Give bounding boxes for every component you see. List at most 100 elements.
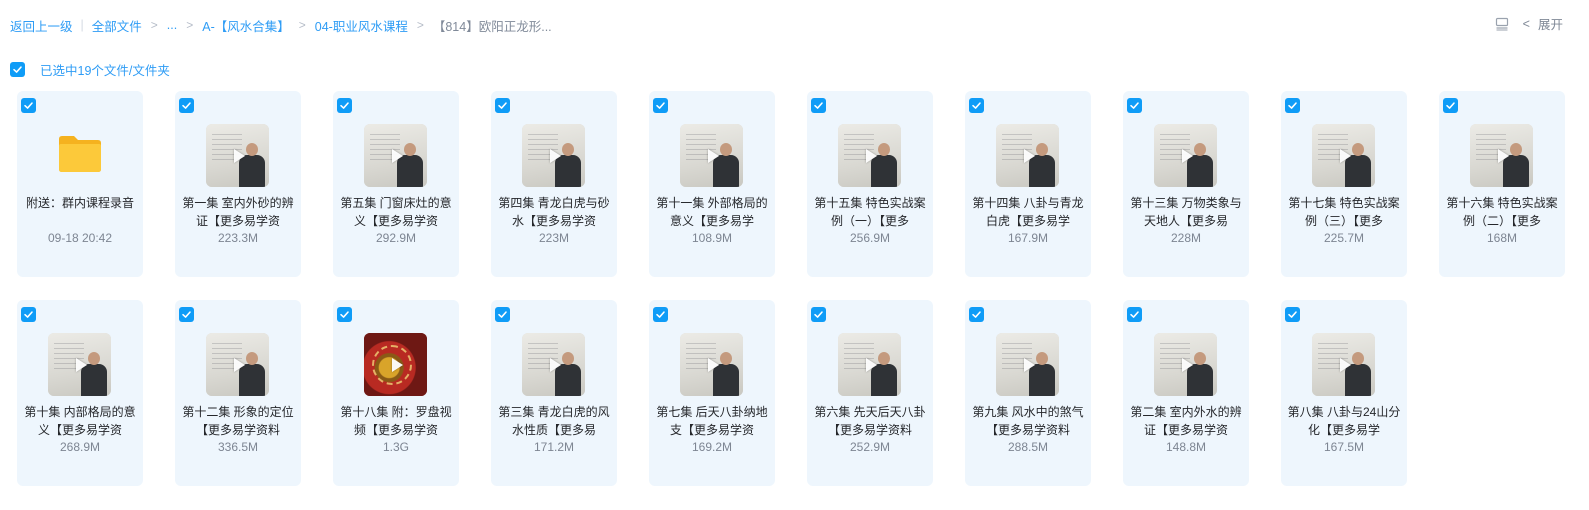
item-size: 268.9M [59, 440, 101, 454]
item-checkbox[interactable] [337, 307, 352, 322]
play-icon [1339, 357, 1351, 372]
item-checkbox[interactable] [1285, 98, 1300, 113]
item-checkbox[interactable] [21, 307, 36, 322]
play-icon [1023, 357, 1035, 372]
item-size: 292.9M [375, 231, 417, 245]
file-card[interactable]: 第十三集 万物类象与天地人【更多易 228M [1123, 91, 1249, 277]
folder-icon [57, 133, 103, 173]
item-size: 225.7M [1323, 231, 1365, 245]
video-thumbnail [206, 124, 269, 187]
select-all-checkbox[interactable] [10, 62, 25, 77]
item-size: 167.5M [1323, 440, 1365, 454]
folder-card[interactable]: 附送：群内课程录音 09-18 20:42 [17, 91, 143, 277]
play-icon [1023, 148, 1035, 163]
breadcrumb-ellipsis[interactable]: ... [167, 18, 177, 32]
item-checkbox[interactable] [495, 98, 510, 113]
file-browser: 返回上一级 | 全部文件 > ... > A-【风水合集】 > 04-职业风水课… [0, 0, 1589, 510]
file-card[interactable]: 第七集 后天八卦纳地支【更多易学资 169.2M [649, 300, 775, 486]
file-card[interactable]: 第八集 八卦与24山分化【更多易学 167.5M [1281, 300, 1407, 486]
item-checkbox[interactable] [337, 98, 352, 113]
breadcrumb-divider: | [80, 18, 84, 32]
file-card[interactable]: 第十五集 特色实战案例（一）【更多 256.9M [807, 91, 933, 277]
play-icon [1497, 148, 1509, 163]
item-checkbox[interactable] [21, 98, 36, 113]
item-size: 168M [1486, 231, 1518, 245]
file-card[interactable]: 第十八集 附：罗盘视频【更多易学资 1.3G [333, 300, 459, 486]
file-card[interactable]: 第十集 内部格局的意义【更多易学资 268.9M [17, 300, 143, 486]
item-checkbox[interactable] [179, 98, 194, 113]
chevron-left-icon: < [1522, 16, 1530, 31]
item-size: 223.3M [217, 231, 259, 245]
video-thumbnail [680, 124, 743, 187]
breadcrumb-level2[interactable]: 04-职业风水课程 [315, 16, 408, 35]
file-card[interactable]: 第十一集 外部格局的意义【更多易学 108.9M [649, 91, 775, 277]
file-card[interactable]: 第三集 青龙白虎的风水性质【更多易 171.2M [491, 300, 617, 486]
item-name: 第十一集 外部格局的意义【更多易学 [656, 196, 768, 228]
play-icon [75, 357, 87, 372]
breadcrumb: 返回上一级 | 全部文件 > ... > A-【风水合集】 > 04-职业风水课… [10, 16, 552, 34]
item-checkbox[interactable] [495, 307, 510, 322]
selection-count-label: 已选中19个文件/文件夹 [40, 64, 170, 78]
video-thumbnail [680, 333, 743, 396]
breadcrumb-current: 【814】欧阳正龙形... [432, 19, 552, 34]
list-view-icon[interactable] [1495, 17, 1509, 31]
video-thumbnail [522, 124, 585, 187]
file-card[interactable]: 第四集 青龙白虎与砂水【更多易学资 223M [491, 91, 617, 277]
breadcrumb-all-files[interactable]: 全部文件 [92, 16, 142, 35]
item-checkbox[interactable] [1127, 307, 1142, 322]
video-thumbnail [1154, 333, 1217, 396]
item-name: 第十七集 特色实战案例（三）【更多 [1288, 196, 1400, 228]
item-checkbox[interactable] [1443, 98, 1458, 113]
video-thumbnail [838, 333, 901, 396]
expand-label: 展开 [1537, 18, 1563, 32]
video-thumbnail [206, 333, 269, 396]
play-icon [549, 148, 561, 163]
item-checkbox[interactable] [811, 98, 826, 113]
file-card[interactable]: 第二集 室内外水的辨证【更多易学资 148.8M [1123, 300, 1249, 486]
item-name: 第十四集 八卦与青龙白虎【更多易学 [972, 196, 1084, 228]
file-card[interactable]: 第九集 风水中的煞气【更多易学资料 288.5M [965, 300, 1091, 486]
item-name: 第五集 门窗床灶的意义【更多易学资 [340, 196, 452, 228]
item-name: 第十八集 附：罗盘视频【更多易学资 [340, 405, 452, 437]
file-card[interactable]: 第十六集 特色实战案例（二）【更多 168M [1439, 91, 1565, 277]
item-checkbox[interactable] [179, 307, 194, 322]
video-thumbnail [1154, 124, 1217, 187]
file-grid: 附送：群内课程录音 09-18 20:42 第一集 室内外砂的辨证【更多易学资 223… [17, 91, 1577, 486]
file-card[interactable]: 第一集 室内外砂的辨证【更多易学资 223.3M [175, 91, 301, 277]
item-size: 171.2M [533, 440, 575, 454]
item-size: 167.9M [1007, 231, 1049, 245]
item-name: 第四集 青龙白虎与砂水【更多易学资 [498, 196, 610, 228]
video-thumbnail [1470, 124, 1533, 187]
item-size: 256.9M [849, 231, 891, 245]
file-card[interactable]: 第五集 门窗床灶的意义【更多易学资 292.9M [333, 91, 459, 277]
file-card[interactable]: 第十四集 八卦与青龙白虎【更多易学 167.9M [965, 91, 1091, 277]
play-icon [707, 148, 719, 163]
play-icon [549, 357, 561, 372]
item-name: 第十集 内部格局的意义【更多易学资 [24, 405, 136, 437]
item-checkbox[interactable] [653, 307, 668, 322]
video-thumbnail [996, 333, 1059, 396]
play-icon [233, 148, 245, 163]
item-checkbox[interactable] [811, 307, 826, 322]
file-card[interactable]: 第十二集 形象的定位【更多易学资料 336.5M [175, 300, 301, 486]
play-icon [233, 357, 245, 372]
item-checkbox[interactable] [969, 98, 984, 113]
item-size: 108.9M [691, 231, 733, 245]
file-card[interactable]: 第六集 先天后天八卦【更多易学资料 252.9M [807, 300, 933, 486]
play-icon [1181, 357, 1193, 372]
item-checkbox[interactable] [1127, 98, 1142, 113]
item-checkbox[interactable] [653, 98, 668, 113]
chevron-right-icon: > [186, 18, 194, 32]
file-card[interactable]: 第十七集 特色实战案例（三）【更多 225.7M [1281, 91, 1407, 277]
play-icon [865, 148, 877, 163]
breadcrumb-back[interactable]: 返回上一级 [10, 16, 73, 35]
item-size: 169.2M [691, 440, 733, 454]
item-checkbox[interactable] [969, 307, 984, 322]
item-checkbox[interactable] [1285, 307, 1300, 322]
toolbar-right: < 展开 [1495, 14, 1563, 33]
expand-button[interactable]: < 展开 [1523, 14, 1563, 33]
item-size: 228M [1170, 231, 1202, 245]
item-name: 第十五集 特色实战案例（一）【更多 [814, 196, 926, 228]
breadcrumb-level1[interactable]: A-【风水合集】 [202, 16, 290, 35]
chevron-right-icon: > [298, 18, 306, 32]
